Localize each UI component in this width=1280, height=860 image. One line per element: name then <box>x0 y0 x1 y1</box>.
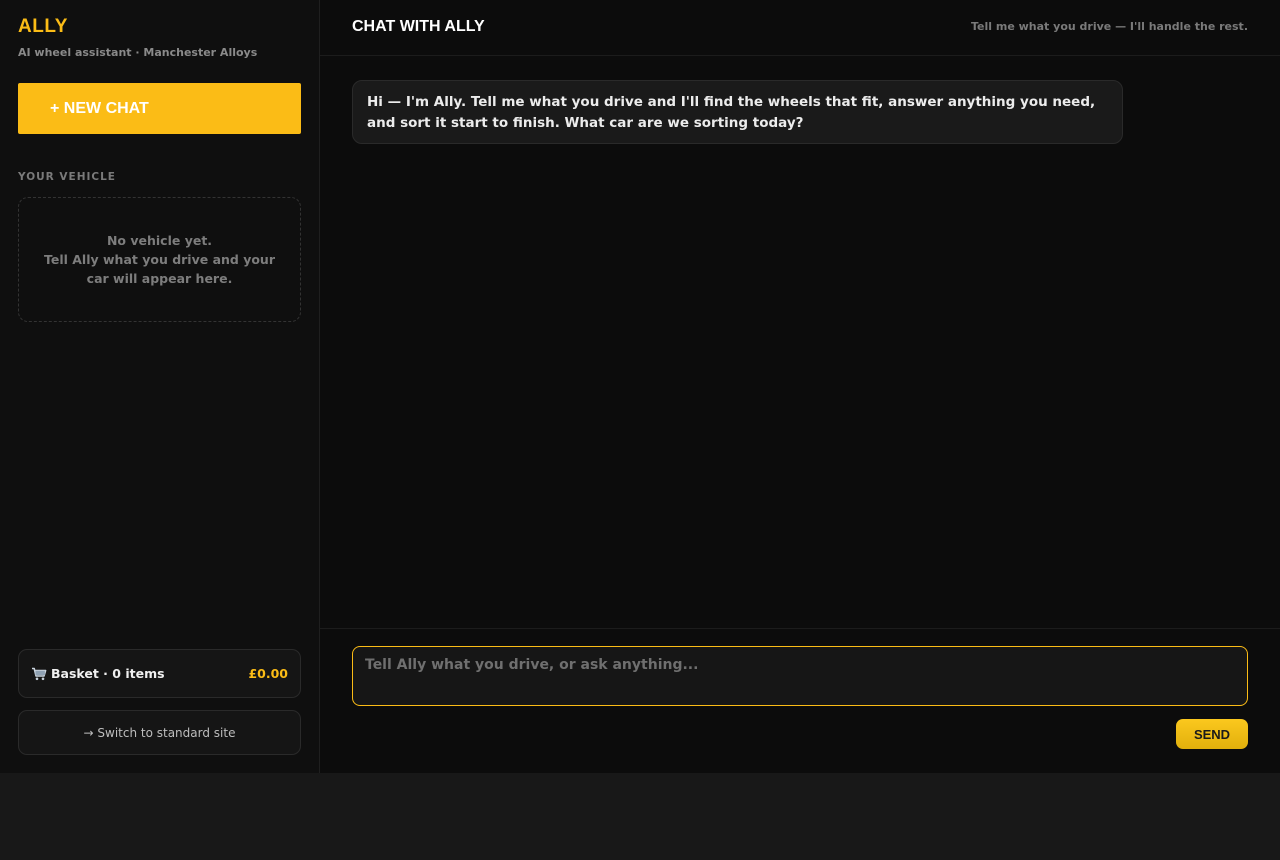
vehicle-empty-state: No vehicle yet. Tell Ally what you drive… <box>18 197 301 322</box>
brand-logo: ALLY <box>18 16 68 37</box>
basket-total: £0.00 <box>248 666 288 681</box>
chat-panel: CHAT WITH ALLY Tell me what you drive — … <box>320 0 1280 773</box>
composer: SEND <box>320 628 1280 773</box>
app-window: ALLY AI wheel assistant · Manchester All… <box>0 0 1280 773</box>
assistant-message: Hi — I'm Ally. Tell me what you drive an… <box>352 80 1123 144</box>
page-title: CHAT WITH ALLY <box>352 18 485 35</box>
sidebar: ALLY AI wheel assistant · Manchester All… <box>0 0 320 773</box>
vehicle-empty-hint: Tell Ally what you drive and your car wi… <box>43 252 275 286</box>
chat-header: CHAT WITH ALLY Tell me what you drive — … <box>320 0 1280 56</box>
basket-label-group: Basket · 0 items <box>31 666 165 681</box>
vehicle-empty-title: No vehicle yet. <box>106 233 213 248</box>
message-input[interactable] <box>352 646 1248 706</box>
header-tagline: Tell me what you drive — I'll handle the… <box>971 20 1248 33</box>
basket-summary[interactable]: Basket · 0 items £0.00 <box>18 649 301 698</box>
new-chat-button[interactable]: + NEW CHAT <box>18 83 301 134</box>
cart-icon <box>31 667 47 681</box>
send-button[interactable]: SEND <box>1176 719 1248 749</box>
brand-subtitle: AI wheel assistant · Manchester Alloys <box>18 46 258 59</box>
switch-site-button[interactable]: → Switch to standard site <box>18 710 301 755</box>
basket-label: Basket · 0 items <box>51 666 165 681</box>
vehicle-section-label: YOUR VEHICLE <box>18 171 116 183</box>
